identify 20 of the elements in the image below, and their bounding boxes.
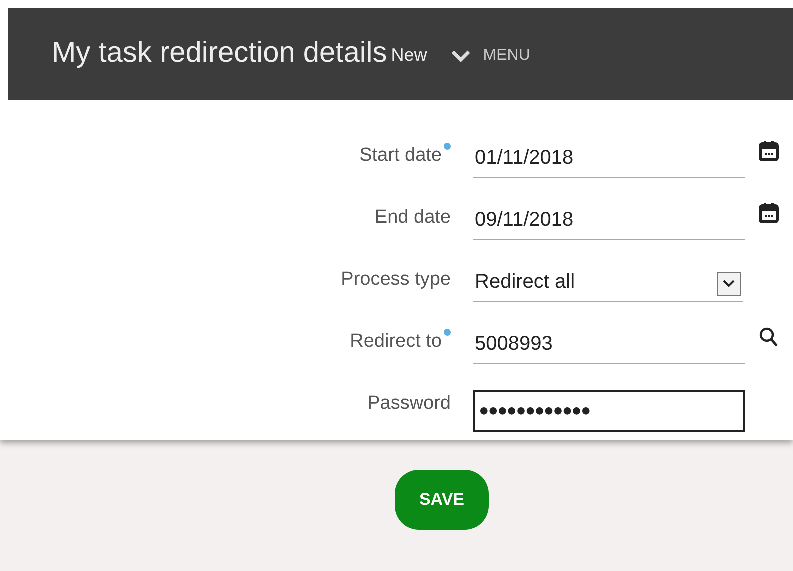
date-field[interactable]: 01/11/2018 (473, 140, 745, 178)
field-label: Password (368, 392, 451, 416)
field-label: Redirect to (350, 330, 442, 354)
password-field[interactable]: ●●●●●●●●●●●● (473, 390, 745, 432)
search-icon[interactable] (759, 326, 779, 348)
dropdown-toggle[interactable] (717, 272, 741, 296)
process-type-dropdown[interactable]: Redirect all (473, 266, 743, 302)
calendar-icon[interactable] (759, 140, 779, 162)
save-button[interactable]: SAVE (395, 470, 489, 530)
field-label: Start date (360, 144, 442, 168)
field-label: Process type (341, 268, 451, 292)
chevron-down-icon (451, 48, 472, 62)
calendar-icon[interactable] (759, 202, 779, 224)
status-label: New (391, 44, 428, 66)
menu-button[interactable]: MENU (451, 44, 530, 68)
redirect-to-field[interactable]: 5008993 (473, 326, 745, 364)
date-field[interactable]: 09/11/2018 (473, 202, 745, 240)
field-label: End date (374, 206, 451, 230)
chevron-down-icon (723, 280, 735, 288)
page-title: My task redirection details (52, 36, 388, 72)
